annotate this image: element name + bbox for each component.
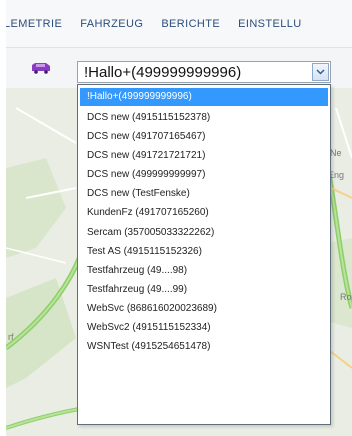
vehicle-dropdown-list: !Hallo+(499999999996) DCS new (491511515… xyxy=(77,84,331,425)
nav-item-telemetrie[interactable]: LEMETRIE xyxy=(6,18,62,30)
vehicle-option[interactable]: DCS new (499999999997) xyxy=(78,165,330,184)
nav-item-einstellungen[interactable]: EINSTELLU xyxy=(238,18,302,30)
dropdown-button[interactable] xyxy=(312,63,329,81)
vehicle-option[interactable]: Sercam (357005033322262) xyxy=(78,223,330,242)
chevron-down-icon xyxy=(316,69,325,75)
nav-item-berichte[interactable]: BERICHTE xyxy=(161,18,220,30)
vehicle-option[interactable]: DCS new (TestFenske) xyxy=(78,184,330,203)
app-frame: Ne Eng Ro rf LEMETRIE FAHRZEUG BERICHTE … xyxy=(6,0,352,436)
vehicle-option[interactable]: DCS new (4915115152378) xyxy=(78,108,330,127)
map-label: Ro xyxy=(340,292,352,302)
vehicle-option[interactable]: DCS new (491707165467) xyxy=(78,127,330,146)
vehicle-option[interactable]: DCS new (491721721721) xyxy=(78,146,330,165)
vehicle-option[interactable]: WebSvc2 (4915115152334) xyxy=(78,318,330,337)
vehicle-option[interactable]: !Hallo+(499999999996) xyxy=(80,88,328,106)
nav-item-fahrzeug[interactable]: FAHRZEUG xyxy=(80,18,143,30)
map-label: rf xyxy=(8,332,14,342)
vehicle-select-value: !Hallo+(499999999996) xyxy=(84,63,242,81)
vehicle-option[interactable]: Test AS (4915115152326) xyxy=(78,242,330,261)
map-label: Ne xyxy=(330,148,342,158)
vehicle-option[interactable]: WSNTest (4915254651478) xyxy=(78,337,330,356)
vehicle-option[interactable]: WebSvc (868616020023689) xyxy=(78,299,330,318)
vehicle-icon xyxy=(32,63,50,74)
main-nav: LEMETRIE FAHRZEUG BERICHTE EINSTELLU xyxy=(6,0,352,48)
vehicle-option[interactable]: Testfahrzeug (49....98) xyxy=(78,261,330,280)
vehicle-select[interactable]: !Hallo+(499999999996) xyxy=(77,61,331,83)
vehicle-option[interactable]: Testfahrzeug (49....99) xyxy=(78,280,330,299)
vehicle-option[interactable]: KundenFz (491707165260) xyxy=(78,203,330,222)
